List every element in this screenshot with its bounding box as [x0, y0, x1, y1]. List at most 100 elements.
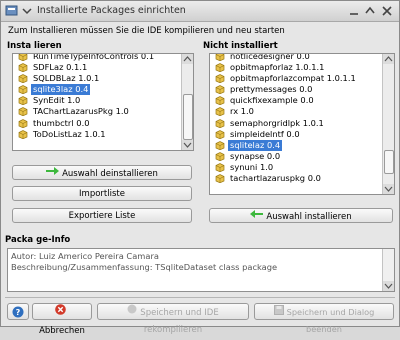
- package-icon: [18, 63, 28, 73]
- dialog-window: Installierte Packages einrichten Zum Ins…: [0, 0, 400, 336]
- import-list-button[interactable]: Importliste: [12, 186, 192, 201]
- package-icon: [215, 129, 225, 139]
- list-item-label: ToDoListLaz 1.0.1: [33, 128, 106, 139]
- export-list-label: Exportiere Liste: [68, 211, 136, 221]
- installed-scrollbar[interactable]: [181, 54, 193, 150]
- save-icon: [273, 304, 284, 321]
- package-description: Beschreibung/Zusammenfassung: TSqliteDat…: [11, 262, 278, 272]
- scroll-down-icon[interactable]: [383, 281, 394, 291]
- scroll-down-icon[interactable]: [383, 184, 394, 194]
- package-icon: [215, 118, 225, 128]
- list-item[interactable]: sqlite3laz 0.4: [13, 84, 182, 96]
- list-item[interactable]: rx 1.0: [210, 106, 383, 117]
- save-and-close-button[interactable]: Speichern und Dialog beenden: [254, 303, 394, 334]
- package-icon: [18, 107, 28, 117]
- arrow-right-icon: [46, 166, 60, 181]
- package-icon: [215, 85, 225, 95]
- help-glyph: ?: [16, 308, 21, 317]
- package-icon: [215, 140, 225, 150]
- list-item-label: SQLDBLaz 1.0.1: [33, 73, 100, 84]
- list-item[interactable]: sqlitelaz 0.4: [210, 139, 383, 151]
- package-icon: [215, 74, 225, 84]
- list-item[interactable]: tachartlazaruspkg 0.0: [210, 173, 383, 184]
- package-icon: [215, 96, 225, 106]
- uninstall-selection-label: Auswahl deinstallieren: [62, 169, 158, 179]
- package-icon: [215, 174, 225, 184]
- package-author: Autor: Luiz Americo Pereira Camara: [11, 251, 159, 261]
- list-item[interactable]: RunTimeTypeInfoControls 0.1: [13, 53, 182, 62]
- list-item-label: prettymessages 0.0: [230, 84, 313, 95]
- package-icon: [18, 74, 28, 84]
- list-item-label: notlicedesigner 0.0: [230, 53, 310, 61]
- list-item[interactable]: SDFLaz 0.1.1: [13, 62, 182, 73]
- list-item[interactable]: TAChartLazarusPkg 1.0: [13, 106, 182, 117]
- list-item[interactable]: ToDoListLaz 1.0.1: [13, 129, 182, 140]
- list-item-label: TAChartLazarusPkg 1.0: [33, 106, 129, 117]
- install-selection-label: Auswahl installieren: [266, 212, 352, 222]
- arrow-left-icon: [250, 209, 264, 224]
- not-installed-label: Nicht installiert: [203, 41, 278, 51]
- package-icon: [215, 63, 225, 73]
- list-item-label: RunTimeTypeInfoControls 0.1: [33, 53, 155, 61]
- scroll-up-icon[interactable]: [182, 54, 193, 64]
- list-item-label: sqlite3laz 0.4: [31, 84, 91, 96]
- list-item[interactable]: notlicedesigner 0.0: [210, 53, 383, 62]
- cancel-icon: [55, 304, 66, 322]
- list-item[interactable]: semaphorgridlpk 1.0.1: [210, 118, 383, 129]
- scroll-down-icon[interactable]: [182, 140, 193, 150]
- cancel-label: Abbrechen: [39, 325, 85, 336]
- list-item-label: SDFLaz 0.1.1: [33, 62, 88, 73]
- list-item-label: sqlitelaz 0.4: [228, 139, 283, 151]
- scroll-up-icon[interactable]: [383, 54, 394, 64]
- install-selection-button[interactable]: Auswahl installieren: [209, 208, 393, 223]
- installed-scroll-thumb[interactable]: [183, 94, 193, 140]
- save-and-close-label: Speichern und Dialog beenden: [286, 307, 375, 334]
- not-installed-scrollbar[interactable]: [382, 54, 394, 194]
- list-item-label: simpleidelntf 0.0: [230, 128, 300, 139]
- disabled-circle-icon: [127, 304, 137, 321]
- package-info-box[interactable]: Autor: Luiz Americo Pereira Camara Besch…: [7, 248, 395, 292]
- package-icon: [215, 163, 225, 173]
- cancel-button[interactable]: Abbrechen: [32, 303, 92, 336]
- list-item-label: thumbctrl 0.0: [33, 117, 90, 128]
- list-item[interactable]: opbitmapforlaz 1.0.1.1: [210, 62, 383, 73]
- window-menu-icon[interactable]: [21, 4, 35, 18]
- list-item-label: opbitmapforlaz 1.0.1.1: [230, 62, 325, 73]
- app-icon: [5, 4, 18, 17]
- list-item[interactable]: SynEdit 1.0: [13, 95, 182, 106]
- list-item[interactable]: thumbctrl 0.0: [13, 118, 182, 129]
- package-icon: [18, 54, 28, 62]
- help-button[interactable]: ?: [7, 303, 29, 320]
- list-item[interactable]: synapse 0.0: [210, 151, 383, 162]
- list-item[interactable]: opbitmapforlazcompat 1.0.1.1: [210, 73, 383, 84]
- package-icon: [215, 107, 225, 117]
- title-bar[interactable]: Installierte Packages einrichten: [1, 1, 399, 22]
- list-item[interactable]: quickfixexample 0.0: [210, 95, 383, 106]
- uninstall-selection-button[interactable]: Auswahl deinstallieren: [12, 165, 192, 180]
- window-title: Installierte Packages einrichten: [37, 5, 186, 16]
- package-icon: [215, 54, 225, 62]
- close-icon[interactable]: [380, 4, 394, 18]
- not-installed-list[interactable]: notlicedesigner 0.0 opbitmapforlaz 1.0.1.…: [209, 53, 395, 195]
- package-icon: [18, 96, 28, 106]
- list-item-label: semaphorgridlpk 1.0.1: [230, 117, 324, 128]
- list-item[interactable]: synuni 1.0: [210, 162, 383, 173]
- minimize-icon[interactable]: [347, 4, 361, 18]
- list-item[interactable]: simpleidelntf 0.0: [210, 129, 383, 140]
- save-and-rebuild-label: Speichern und IDE rekompilieren: [140, 308, 219, 335]
- package-icon: [18, 129, 28, 139]
- maximize-icon[interactable]: [363, 4, 377, 18]
- save-and-rebuild-button[interactable]: Speichern und IDE rekompilieren: [97, 303, 249, 335]
- package-info-scrollbar[interactable]: [382, 249, 394, 291]
- not-installed-scroll-thumb[interactable]: [384, 150, 394, 174]
- package-info-label: Packa ge-Info: [5, 235, 71, 245]
- package-icon: [215, 151, 225, 162]
- installed-list[interactable]: RunTimeTypeInfoControls 0.1 SDFLaz 0.1.1 S…: [12, 53, 194, 151]
- list-item-label: rx 1.0: [230, 106, 254, 117]
- list-item[interactable]: SQLDBLaz 1.0.1: [13, 73, 182, 84]
- footer-divider: [5, 297, 395, 298]
- list-item[interactable]: prettymessages 0.0: [210, 84, 383, 95]
- list-item-label: tachartlazaruspkg 0.0: [230, 173, 321, 184]
- export-list-button[interactable]: Exportiere Liste: [12, 208, 192, 223]
- list-item-label: synapse 0.0: [230, 150, 281, 161]
